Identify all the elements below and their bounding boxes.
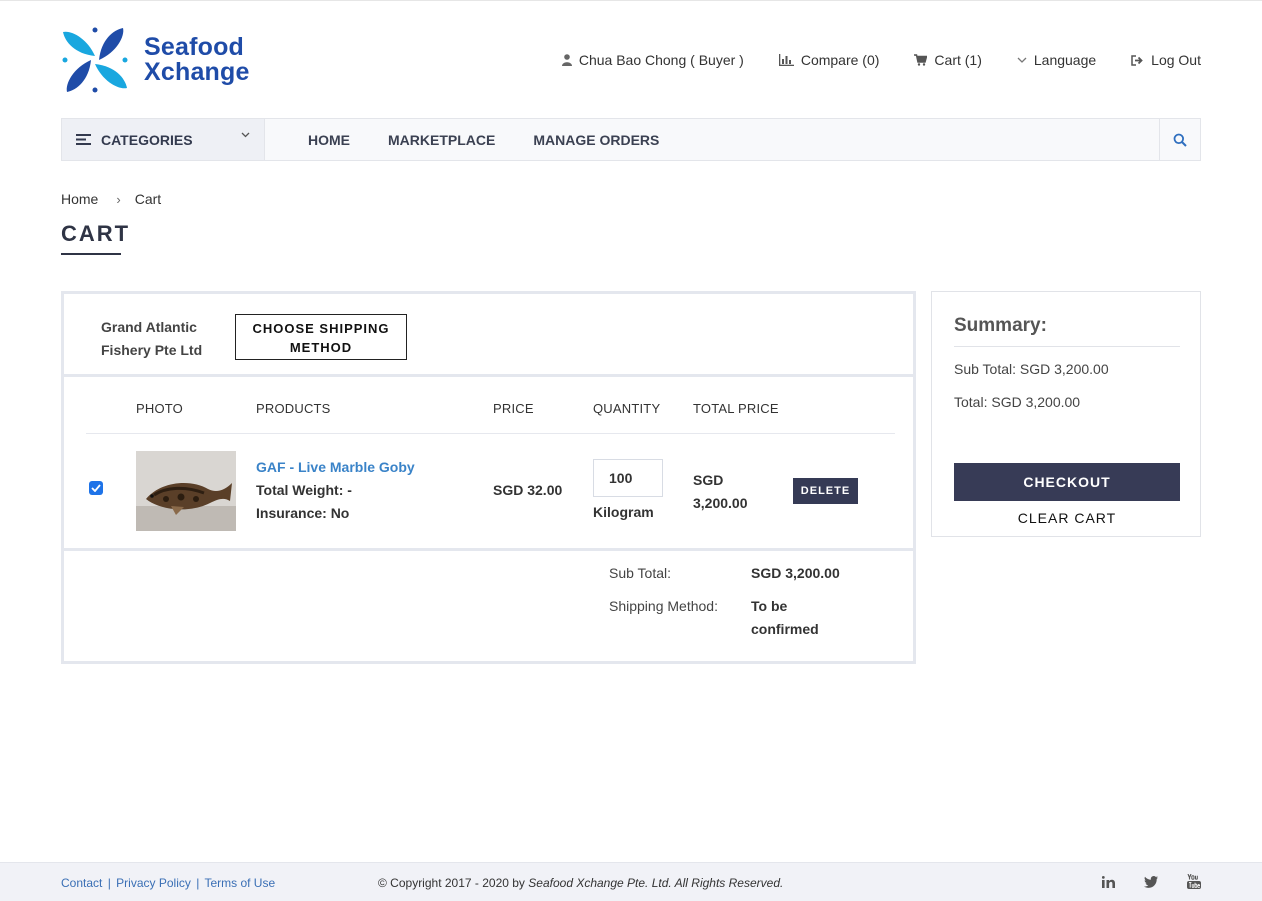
product-name-link[interactable]: GAF - Live Marble Goby [256, 459, 415, 475]
column-photo: PHOTO [136, 401, 183, 416]
copyright-prefix: © Copyright 2017 - 2020 by [378, 876, 525, 890]
user-label: Chua Bao Chong ( Buyer ) [578, 52, 744, 68]
footer: Contact | Privacy Policy | Terms of Use … [0, 862, 1262, 901]
chevron-down-icon [241, 132, 250, 138]
chevron-down-icon [1017, 57, 1027, 63]
user-account-link[interactable]: Chua Bao Chong ( Buyer ) [561, 52, 744, 68]
checkmark-icon [91, 484, 101, 492]
nav-marketplace[interactable]: MARKETPLACE [388, 132, 495, 148]
checkout-button[interactable]: CHECKOUT [954, 463, 1180, 501]
logo-line-2: Xchange [144, 58, 250, 86]
breadcrumb: Home › Cart [61, 191, 161, 207]
breadcrumb-separator: › [116, 191, 121, 207]
categories-dropdown[interactable]: CATEGORIES [62, 119, 265, 160]
item-total-price: SGD 3,200.00 [693, 472, 748, 511]
language-label: Language [1033, 52, 1097, 68]
seller-name: Grand Atlantic Fishery Pte Ltd [101, 319, 203, 358]
delete-button[interactable]: DELETE [793, 478, 858, 504]
footer-links: Contact | Privacy Policy | Terms of Use [61, 876, 275, 890]
subtotal-label: Sub Total: [609, 565, 672, 581]
search-button[interactable] [1159, 119, 1200, 160]
title-underline [61, 253, 121, 255]
top-border [0, 0, 1262, 1]
column-price: PRICE [493, 401, 534, 416]
logout-icon [1131, 54, 1143, 66]
logo-mark-icon [62, 27, 128, 93]
summary-subtotal: Sub Total: SGD 3,200.00 [954, 361, 1109, 377]
fish-image [136, 451, 236, 531]
quantity-input[interactable] [593, 459, 663, 497]
footer-separator: | [196, 876, 200, 890]
user-icon [561, 54, 572, 66]
youtube-icon[interactable] [1187, 874, 1201, 889]
terms-of-use-link[interactable]: Terms of Use [204, 876, 275, 890]
compare-link[interactable]: Compare (0) [778, 52, 880, 68]
logout-link[interactable]: Log Out [1131, 52, 1201, 68]
logo-line-1: Seafood [144, 33, 245, 61]
main-navbar: CATEGORIES HOME MARKETPLACE MANAGE ORDER… [61, 118, 1201, 161]
language-dropdown[interactable]: Language [1017, 52, 1096, 68]
column-total-price: TOTAL PRICE [693, 401, 779, 416]
choose-shipping-button[interactable]: CHOOSE SHIPPING METHOD [235, 314, 407, 360]
cart-table: PHOTO PRODUCTS PRICE QUANTITY TOTAL PRIC… [64, 377, 913, 551]
header-links: Chua Bao Chong ( Buyer ) Compare (0) Car… [527, 50, 1201, 70]
subtotal-value: SGD 3,200.00 [751, 565, 840, 581]
header-divider [86, 433, 895, 434]
cart-totals: Sub Total: SGD 3,200.00 Shipping Method:… [64, 551, 913, 661]
linkedin-icon[interactable] [1102, 875, 1115, 888]
seller-row: Grand Atlantic Fishery Pte Ltd CHOOSE SH… [64, 294, 913, 377]
bar-chart-icon [778, 54, 794, 66]
summary-divider [954, 346, 1180, 347]
breadcrumb-current: Cart [134, 191, 162, 207]
menu-lines-icon [76, 134, 91, 145]
contact-link[interactable]: Contact [61, 876, 102, 890]
breadcrumb-home[interactable]: Home [61, 191, 98, 207]
copyright-text: © Copyright 2017 - 2020 by Seafood Xchan… [378, 876, 783, 890]
cart-panel: Grand Atlantic Fishery Pte Ltd CHOOSE SH… [61, 291, 916, 664]
copyright-company: Seafood Xchange Pte. Ltd. All Rights Res… [528, 876, 784, 890]
logout-label: Log Out [1151, 52, 1201, 68]
product-photo[interactable] [136, 451, 236, 531]
twitter-icon[interactable] [1144, 875, 1158, 888]
quantity-unit: Kilogram [593, 504, 654, 520]
shipping-method-label: Shipping Method: [609, 598, 718, 614]
compare-label: Compare (0) [800, 52, 880, 68]
nav-menu: HOME MARKETPLACE MANAGE ORDERS [265, 119, 1159, 160]
product-insurance: Insurance: No [256, 505, 350, 521]
item-checkbox[interactable] [89, 481, 103, 495]
nav-manage-orders[interactable]: MANAGE ORDERS [533, 132, 659, 148]
product-weight: Total Weight: - [256, 482, 352, 498]
cart-link[interactable]: Cart (1) [914, 52, 982, 68]
cart-icon [914, 54, 928, 66]
logo-text: Seafood Xchange [144, 35, 250, 85]
summary-title: Summary: [954, 315, 1047, 336]
social-links [1073, 874, 1201, 889]
categories-label: CATEGORIES [101, 131, 193, 148]
search-icon [1173, 133, 1187, 147]
privacy-policy-link[interactable]: Privacy Policy [116, 876, 191, 890]
nav-home[interactable]: HOME [308, 132, 350, 148]
footer-separator: | [107, 876, 111, 890]
column-products: PRODUCTS [256, 401, 331, 416]
shipping-method-value: To be confirmed [751, 598, 819, 637]
page-title: CART [61, 221, 131, 246]
item-price: SGD 32.00 [493, 482, 563, 498]
summary-total: Total: SGD 3,200.00 [954, 394, 1081, 410]
column-quantity: QUANTITY [593, 401, 661, 416]
site-logo[interactable]: Seafood Xchange [61, 26, 271, 94]
cart-label: Cart (1) [934, 52, 982, 68]
summary-panel: Summary: Sub Total: SGD 3,200.00 Total: … [931, 291, 1201, 537]
clear-cart-button[interactable]: CLEAR CART [954, 510, 1180, 526]
